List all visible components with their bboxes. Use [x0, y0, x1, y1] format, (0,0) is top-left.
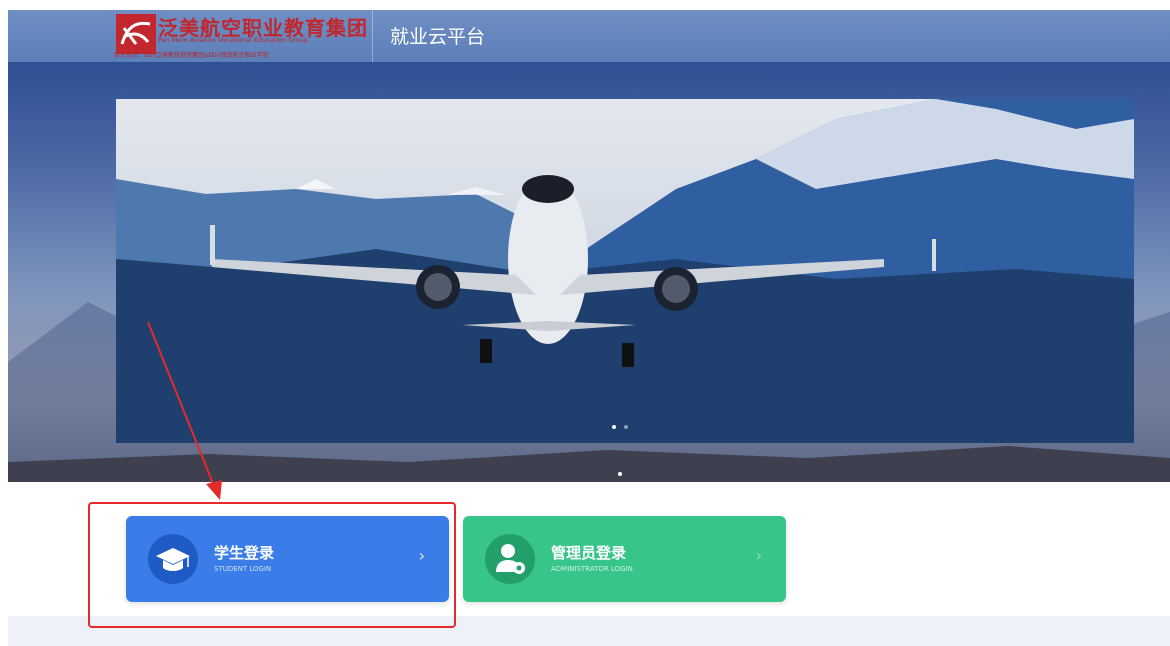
header-divider [372, 10, 373, 62]
annotation-highlight-box [88, 502, 456, 628]
logo-mark-icon [116, 14, 156, 54]
admin-login-subtitle: ADMINISTRATOR LOGIN [551, 565, 633, 573]
logo-subtitle: 牵头单位：四川泛美教育投资集团&四川西南航空职业学院 [114, 52, 269, 59]
carousel-dot-active[interactable] [618, 472, 622, 476]
hero-banner [8, 62, 1170, 482]
top-header: 泛美航空职业教育集团 Pan Mem Aviation Vocational E… [8, 10, 1170, 62]
platform-title: 就业云平台 [390, 26, 486, 48]
admin-login-button[interactable]: 管理员登录 ADMINISTRATOR LOGIN › [463, 516, 786, 602]
chevron-right-icon: › [755, 546, 762, 565]
page-frame: 泛美航空职业教育集团 Pan Mem Aviation Vocational E… [8, 10, 1170, 646]
airplane-photo [116, 99, 1134, 443]
user-gear-icon [485, 534, 535, 584]
carousel-slide[interactable] [116, 99, 1134, 443]
logo-english-name: Pan Mem Aviation Vocational Education Gr… [158, 36, 309, 44]
admin-login-title: 管理员登录 [551, 544, 627, 562]
